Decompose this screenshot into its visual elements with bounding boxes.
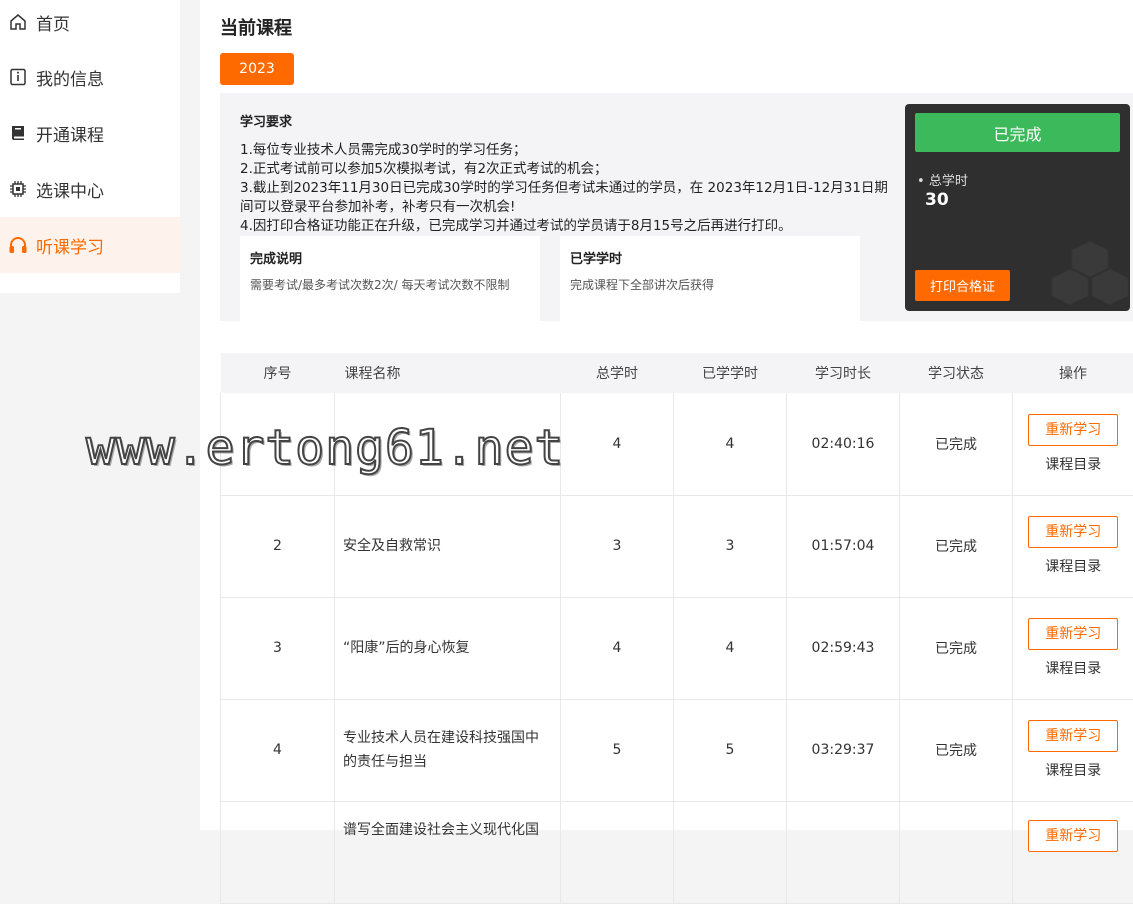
course-catalog-link[interactable]: 课程目录 xyxy=(1013,658,1133,678)
table-header-row: 序号 课程名称 总学时 已学学时 学习时长 学习状态 操作 xyxy=(221,353,1133,393)
learned-hours: 3 xyxy=(674,495,787,597)
requirement-line: 3.截止到2023年11月30日已完成30学时的学习任务但考试未通过的学员，在 … xyxy=(240,179,890,217)
table-row: 2 安全及自救常识 3 3 01:57:04 已完成 重新学习 课程目录 xyxy=(221,495,1133,597)
total-hours: 3 xyxy=(561,495,674,597)
relearn-button[interactable]: 重新学习 xyxy=(1028,414,1118,446)
column-header: 课程名称 xyxy=(335,353,561,393)
study-duration xyxy=(787,801,900,903)
sidebar-item-lecture-study[interactable]: 听课学习 xyxy=(0,217,180,273)
sidebar-item-label: 选课中心 xyxy=(36,177,104,202)
column-header: 已学学时 xyxy=(674,353,787,393)
learned-hours-card: 已学学时 完成课程下全部讲次后获得 xyxy=(560,236,860,321)
sidebar-item-course-center[interactable]: 选课中心 xyxy=(0,161,180,217)
cubes-decoration-icon xyxy=(1050,236,1130,311)
actions-cell: 重新学习 课程目录 xyxy=(1013,393,1133,495)
sidebar-item-label: 首页 xyxy=(36,10,70,35)
watermark-text: www.ertong61.net xyxy=(86,420,564,476)
study-duration: 01:57:04 xyxy=(787,495,900,597)
total-hours-label: • 总学时 xyxy=(917,170,968,189)
sidebar-item-label: 我的信息 xyxy=(36,65,104,90)
card-title: 已学学时 xyxy=(570,248,622,267)
total-hours: 4 xyxy=(561,597,674,699)
learned-hours: 5 xyxy=(674,699,787,801)
learned-hours: 4 xyxy=(674,597,787,699)
total-hours-label-text: 总学时 xyxy=(929,174,968,189)
requirement-line: 1.每位专业技术人员需完成30学时的学习任务； xyxy=(240,141,890,160)
row-number: 4 xyxy=(221,699,335,801)
sidebar-item-home[interactable]: 首页 xyxy=(0,0,180,50)
total-hours xyxy=(561,801,674,903)
table-row: 谱写全面建设社会主义现代化国 重新学习 xyxy=(221,801,1133,903)
sidebar-item-label: 开通课程 xyxy=(36,121,104,146)
study-duration: 02:59:43 xyxy=(787,597,900,699)
column-header: 学习时长 xyxy=(787,353,900,393)
requirement-line: 4.因打印合格证功能正在升级，已完成学习并通过考试的学员请于8月15号之后再进行… xyxy=(240,217,890,236)
status-panel: 已完成 • 总学时 30 打印合格证 xyxy=(905,104,1130,311)
relearn-button[interactable]: 重新学习 xyxy=(1028,516,1118,548)
sidebar-item-open-course[interactable]: 开通课程 xyxy=(0,105,180,161)
actions-cell: 重新学习 课程目录 xyxy=(1013,495,1133,597)
row-number: 3 xyxy=(221,597,335,699)
main-content: 当前课程 2023 学习要求 1.每位专业技术人员需完成30学时的学习任务； 2… xyxy=(200,0,1133,830)
headphones-icon xyxy=(8,235,28,255)
study-status: 已完成 xyxy=(900,597,1013,699)
page-title: 当前课程 xyxy=(220,14,292,40)
relearn-button[interactable]: 重新学习 xyxy=(1028,720,1118,752)
print-certificate-button[interactable]: 打印合格证 xyxy=(915,270,1010,301)
card-desc: 完成课程下全部讲次后获得 xyxy=(570,276,714,293)
course-name: “阳康”后的身心恢复 xyxy=(335,597,561,699)
requirements-list: 1.每位专业技术人员需完成30学时的学习任务； 2.正式考试前可以参加5次模拟考… xyxy=(240,141,890,236)
sidebar-item-label: 听课学习 xyxy=(36,233,104,258)
actions-cell: 重新学习 课程目录 xyxy=(1013,597,1133,699)
course-name: 谱写全面建设社会主义现代化国 xyxy=(335,801,561,903)
column-header: 学习状态 xyxy=(900,353,1013,393)
course-catalog-link[interactable]: 课程目录 xyxy=(1013,454,1133,474)
info-icon xyxy=(8,67,28,87)
chip-icon xyxy=(8,179,28,199)
row-number xyxy=(221,801,335,903)
total-hours: 4 xyxy=(561,393,674,495)
card-desc: 需要考试/最多考试次数2次/ 每天考试次数不限制 xyxy=(250,276,510,293)
actions-cell: 重新学习 xyxy=(1013,801,1133,903)
learned-hours xyxy=(674,801,787,903)
table-row: 3 “阳康”后的身心恢复 4 4 02:59:43 已完成 重新学习 课程目录 xyxy=(221,597,1133,699)
requirement-line: 2.正式考试前可以参加5次模拟考试，有2次正式考试的机会； xyxy=(240,160,890,179)
column-header: 序号 xyxy=(221,353,335,393)
sidebar-item-my-info[interactable]: 我的信息 xyxy=(0,49,180,105)
actions-cell: 重新学习 课程目录 xyxy=(1013,699,1133,801)
relearn-button[interactable]: 重新学习 xyxy=(1028,820,1118,852)
sidebar: 首页 我的信息 开通课程 选课中心 听课学习 xyxy=(0,0,180,293)
completed-status-badge: 已完成 xyxy=(915,113,1120,152)
book-icon xyxy=(8,123,28,143)
study-status: 已完成 xyxy=(900,393,1013,495)
course-name: 专业技术人员在建设科技强国中的责任与担当 xyxy=(335,699,561,801)
learned-hours: 4 xyxy=(674,393,787,495)
total-hours: 5 xyxy=(561,699,674,801)
column-header: 总学时 xyxy=(561,353,674,393)
table-row: 4 专业技术人员在建设科技强国中的责任与担当 5 5 03:29:37 已完成 … xyxy=(221,699,1133,801)
study-duration: 02:40:16 xyxy=(787,393,900,495)
home-icon xyxy=(8,12,28,32)
study-duration: 03:29:37 xyxy=(787,699,900,801)
relearn-button[interactable]: 重新学习 xyxy=(1028,618,1118,650)
study-status: 已完成 xyxy=(900,495,1013,597)
course-catalog-link[interactable]: 课程目录 xyxy=(1013,556,1133,576)
course-name: 安全及自救常识 xyxy=(335,495,561,597)
study-status: 已完成 xyxy=(900,699,1013,801)
row-number: 2 xyxy=(221,495,335,597)
course-catalog-link[interactable]: 课程目录 xyxy=(1013,760,1133,780)
completion-info-card: 完成说明 需要考试/最多考试次数2次/ 每天考试次数不限制 xyxy=(240,236,540,321)
card-title: 完成说明 xyxy=(250,248,302,267)
total-hours-value: 30 xyxy=(925,190,949,210)
year-tab[interactable]: 2023 xyxy=(220,53,294,85)
column-header: 操作 xyxy=(1013,353,1133,393)
study-status xyxy=(900,801,1013,903)
requirements-title: 学习要求 xyxy=(240,111,292,130)
